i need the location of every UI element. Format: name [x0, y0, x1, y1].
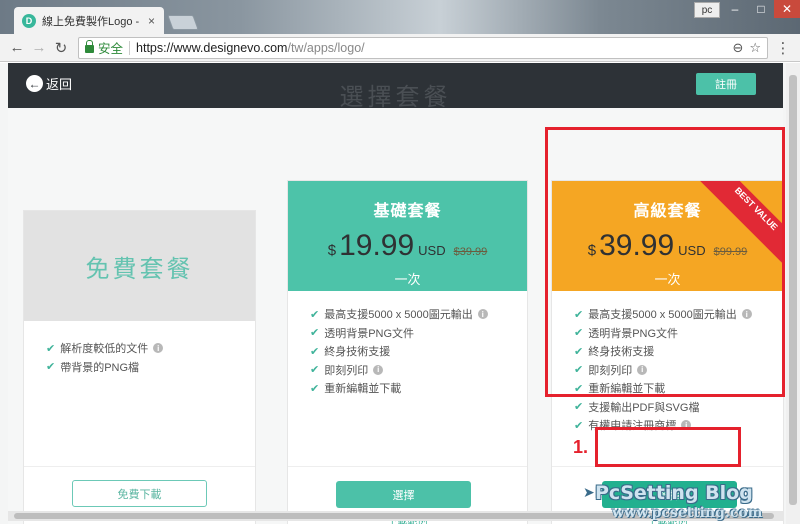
old-price: $39.99 [453, 246, 488, 258]
feature-list: ✔ 解析度較低的文件 i ✔ 帶背景的PNG檔 [24, 321, 255, 376]
browser-menu-icon[interactable]: ⋮ [772, 39, 794, 57]
step-label: 1. [573, 437, 589, 457]
tab-title: 線上免費製作Logo - 定制 [42, 15, 142, 28]
check-icon: ✔ [310, 364, 320, 377]
feature-item: ✔ 支援輸出PDF與SVG檔 [574, 401, 700, 414]
close-window-icon[interactable]: ✕ [774, 0, 800, 18]
price-unit: USD [418, 243, 446, 258]
vertical-scroll-thumb[interactable] [789, 75, 797, 505]
forward-arrow-icon[interactable]: → [28, 37, 50, 59]
browser-tab-strip: D 線上免費製作Logo - 定制 × pc – □ ✕ [0, 0, 800, 34]
plan-header-basic: 基礎套餐 $ 19.99 USD $39.99 一次 [288, 181, 527, 291]
price-frequency: 一次 [394, 272, 421, 287]
price: 19.99 [339, 229, 415, 262]
highlight-box-premium [545, 127, 785, 397]
plan-name: 基礎套餐 [373, 201, 442, 220]
plan-card-basic: 基礎套餐 $ 19.99 USD $39.99 一次 ✔ 最高支援5000 x 5… [287, 180, 528, 524]
profile-button[interactable]: pc [694, 2, 720, 18]
plan-name: 免費套餐 [85, 254, 194, 283]
info-icon[interactable]: i [153, 343, 164, 354]
page-title: 選擇套餐 [339, 83, 452, 111]
register-button[interactable]: 註冊 [696, 73, 756, 95]
maximize-icon[interactable]: □ [748, 0, 774, 18]
page-header: 選擇套餐 ← 返回 註冊 [8, 63, 783, 111]
feature-item: ✔ 透明背景PNG文件 [310, 327, 415, 340]
reload-icon[interactable]: ↻ [50, 37, 72, 59]
check-icon: ✔ [310, 382, 320, 395]
plan-card-free: 免費套餐 ✔ 解析度較低的文件 i ✔ 帶背景的PNG檔 免費下載 [23, 210, 256, 524]
price-row: $ 19.99 USD $39.99 [328, 229, 488, 263]
feature-list: ✔ 最高支援5000 x 5000圖元輸出 i ✔ 透明背景PNG文件 ✔ 終身技術支援… [288, 291, 527, 398]
minimize-icon[interactable]: – [722, 0, 748, 18]
plan-header-free: 免費套餐 [24, 211, 255, 321]
zoom-icon[interactable]: ⊖ [732, 40, 743, 56]
url-host: https://www.designevo.com [136, 40, 288, 55]
url-path: /tw/apps/logo/ [287, 40, 365, 55]
back-arrow-icon[interactable]: ← [6, 37, 28, 59]
bookmark-star-icon[interactable]: ☆ [749, 40, 761, 56]
check-icon: ✔ [574, 419, 584, 432]
new-tab-button[interactable] [167, 15, 199, 30]
lock-icon [85, 40, 94, 53]
browser-toolbar: ← → ↻ 安全 https://www.designevo.com /tw/a… [0, 34, 800, 62]
check-icon: ✔ [46, 361, 56, 374]
feature-item: ✔ 重新編輯並下載 [310, 382, 402, 396]
select-basic-button[interactable]: 選擇 [336, 481, 471, 508]
secure-label: 安全 [98, 42, 124, 56]
watermark-arrow-icon: ➤ [583, 484, 595, 500]
address-bar[interactable]: 安全 https://www.designevo.com /tw/apps/lo… [78, 36, 768, 59]
watermark-logo: PcSetting Blog [595, 482, 753, 504]
check-icon: ✔ [310, 327, 320, 340]
favicon-icon: D [22, 13, 36, 28]
check-icon: ✔ [310, 345, 320, 358]
card-divider [24, 466, 255, 467]
browser-tab[interactable]: D 線上免費製作Logo - 定制 × [14, 7, 164, 34]
back-label: 返回 [46, 77, 73, 92]
feature-item: ✔ 終身技術支援 [310, 345, 391, 359]
highlight-box-select [595, 427, 741, 467]
watermark-url: www.pcsetting.com [612, 505, 763, 521]
feature-item: ✔ 最高支援5000 x 5000圖元輸出 i [310, 305, 527, 324]
feature-item: ✔ 即刻列印 i [310, 361, 527, 380]
address-divider [129, 40, 131, 55]
tab-close-icon[interactable]: × [148, 14, 155, 28]
back-circle-arrow-icon: ← [26, 75, 43, 92]
currency-symbol: $ [327, 242, 337, 259]
info-icon[interactable]: i [477, 309, 488, 320]
free-download-button[interactable]: 免費下載 [72, 480, 207, 507]
back-link[interactable]: ← 返回 [26, 74, 72, 93]
info-icon[interactable]: i [373, 364, 384, 375]
feature-item: ✔ 帶背景的PNG檔 [46, 361, 140, 374]
feature-item: ✔ 解析度較低的文件 i [46, 339, 255, 358]
check-icon: ✔ [310, 308, 320, 321]
card-divider [288, 466, 527, 467]
check-icon: ✔ [574, 401, 584, 414]
check-icon: ✔ [46, 342, 56, 355]
